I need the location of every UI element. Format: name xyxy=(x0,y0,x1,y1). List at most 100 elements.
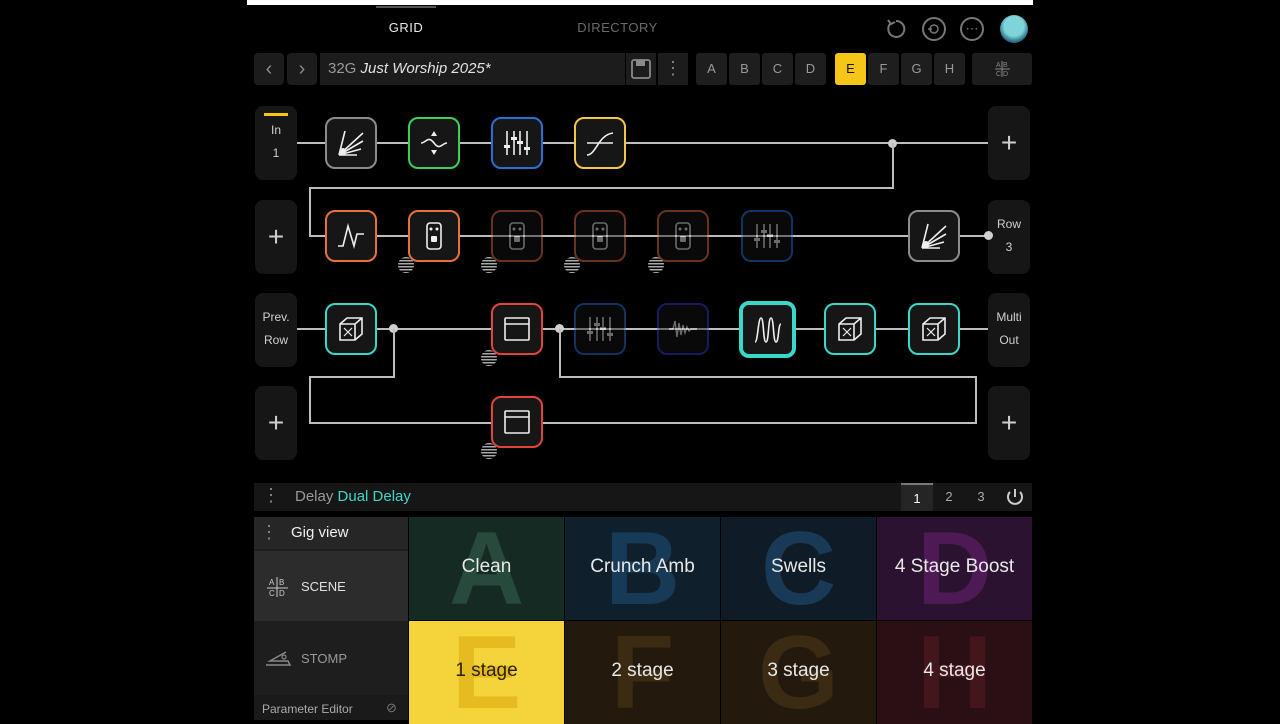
wire-merge-down xyxy=(559,329,561,377)
parameter-editor-toggle[interactable]: Parameter Editor ⊘ xyxy=(254,695,408,720)
amp-block-row3[interactable] xyxy=(491,303,543,355)
scene-tile-d[interactable]: D4 Stage Boost xyxy=(877,517,1032,620)
row-output-label: Row xyxy=(996,217,1021,231)
scene-tile-b[interactable]: B Crunch Amb xyxy=(565,517,720,620)
wire-row2-down xyxy=(309,187,311,237)
input-indicator xyxy=(264,113,288,116)
wah-block[interactable] xyxy=(325,210,377,262)
svg-text:C: C xyxy=(996,71,1001,78)
param-page-tab-3[interactable]: 3 xyxy=(965,483,997,511)
scene-grid-button[interactable]: ABCD xyxy=(972,53,1032,85)
stomp-mode-button[interactable]: STOMP xyxy=(254,623,408,693)
cab-block-2[interactable] xyxy=(824,303,876,355)
delay-block-selected[interactable] xyxy=(739,301,796,358)
stereo-icon xyxy=(564,257,580,273)
multi-out-block[interactable]: Multi Out xyxy=(988,293,1030,367)
eq-block-row3[interactable] xyxy=(574,303,626,355)
svg-text:B: B xyxy=(279,578,284,587)
svg-text:A: A xyxy=(269,578,275,587)
scene-tile-name: 4 Stage Boost xyxy=(894,556,1015,577)
power-icon[interactable] xyxy=(1004,486,1026,508)
scene-tile-h[interactable]: H4 stage xyxy=(877,621,1032,724)
prev-row-block[interactable]: Prev. Row xyxy=(255,293,297,367)
scene-tile-a[interactable]: A Clean xyxy=(409,517,564,620)
scene-tile-name: 3 stage xyxy=(767,660,830,681)
dynamics-block[interactable] xyxy=(574,117,626,169)
preset-number: 32G xyxy=(328,60,357,77)
scene-button-g[interactable]: G xyxy=(901,53,932,85)
cab-block-3[interactable] xyxy=(908,303,960,355)
scene-button-b[interactable]: B xyxy=(729,53,760,85)
scene-button-h[interactable]: H xyxy=(934,53,965,85)
avatar[interactable] xyxy=(1000,15,1028,43)
filter-block[interactable] xyxy=(408,117,460,169)
scene-tile-e[interactable]: E1 stage xyxy=(409,621,564,724)
block-label[interactable]: Delay Dual Delay xyxy=(295,488,411,505)
next-preset-button[interactable]: › xyxy=(287,53,317,85)
wire-row1 xyxy=(297,142,988,144)
tab-directory[interactable]: DIRECTORY xyxy=(560,20,675,35)
modulation-block[interactable] xyxy=(657,303,709,355)
scene-button-c[interactable]: C xyxy=(762,53,793,85)
reverb-icon xyxy=(921,223,947,249)
wire-split-down xyxy=(393,329,395,377)
add-input-button-row4[interactable]: + xyxy=(255,386,297,460)
row-output-block[interactable]: Row 3 xyxy=(988,200,1030,274)
cab-block-1[interactable] xyxy=(325,303,377,355)
scene-tile-name: 1 stage xyxy=(455,660,518,681)
svg-text:A: A xyxy=(996,62,1001,69)
param-page-tab-2[interactable]: 2 xyxy=(933,483,965,511)
drive-block-1[interactable] xyxy=(408,210,460,262)
prev-preset-button[interactable]: ‹ xyxy=(254,53,284,85)
preset-name[interactable]: 32G Just Worship 2025* xyxy=(320,53,625,85)
reverb-block-row2[interactable] xyxy=(908,210,960,262)
amp-icon xyxy=(504,317,530,341)
scene-mode-button[interactable]: ABCD SCENE xyxy=(254,551,408,621)
wah-icon xyxy=(338,222,364,250)
eq-icon xyxy=(587,317,613,341)
scene-tile-name: Crunch Amb xyxy=(590,556,695,577)
drive-block-4[interactable] xyxy=(657,210,709,262)
drive-block-2[interactable] xyxy=(491,210,543,262)
more-options-icon[interactable]: ⋯ xyxy=(960,17,984,41)
drive-block-3[interactable] xyxy=(574,210,626,262)
add-output-button-row4[interactable]: + xyxy=(988,386,1030,460)
param-page-tab-1[interactable]: 1 xyxy=(901,483,933,511)
prev-row-label: Prev. xyxy=(262,310,290,324)
input-label: In xyxy=(270,123,281,137)
save-button[interactable] xyxy=(626,53,656,85)
scene-tile-name: 2 stage xyxy=(611,660,674,681)
param-menu-icon[interactable]: ⋮ xyxy=(262,485,280,506)
gig-menu-icon[interactable]: ⋮ xyxy=(254,517,284,549)
svg-text:D: D xyxy=(279,589,285,598)
wire-row4 xyxy=(310,422,977,424)
tab-grid[interactable]: GRID xyxy=(376,20,436,35)
tuner-icon[interactable] xyxy=(922,17,946,41)
scene-button-a[interactable]: A xyxy=(696,53,727,85)
amp-block-row4[interactable] xyxy=(491,396,543,448)
preset-menu-icon[interactable]: ⋮ xyxy=(658,53,688,85)
svg-text:C: C xyxy=(269,589,275,598)
reverb-block-row1[interactable] xyxy=(325,117,377,169)
cab-icon xyxy=(838,317,862,341)
scene-tile-g[interactable]: G3 stage xyxy=(721,621,876,724)
stomp-mode-label: STOMP xyxy=(301,651,347,666)
gig-view-title[interactable]: Gig view xyxy=(284,517,408,549)
eq-block-row1[interactable] xyxy=(491,117,543,169)
scene-button-d[interactable]: D xyxy=(795,53,826,85)
add-output-button-row1[interactable]: + xyxy=(988,106,1030,180)
input-block[interactable]: In 1 xyxy=(255,106,297,180)
svg-text:D: D xyxy=(1003,71,1008,78)
eq-block-row2[interactable] xyxy=(741,210,793,262)
amp-icon xyxy=(504,410,530,434)
scene-tile-name: 4 stage xyxy=(923,660,986,681)
undo-icon[interactable] xyxy=(884,17,908,41)
scene-tile-c[interactable]: C Swells xyxy=(721,517,876,620)
scene-button-e[interactable]: E xyxy=(835,53,866,85)
output-node-row2 xyxy=(984,231,993,240)
wire-row4-left-down xyxy=(309,376,311,424)
add-input-button-row2[interactable]: + xyxy=(255,200,297,274)
scene-button-f[interactable]: F xyxy=(868,53,899,85)
scene-tile-f[interactable]: F2 stage xyxy=(565,621,720,724)
wire-row1-down xyxy=(892,143,894,189)
